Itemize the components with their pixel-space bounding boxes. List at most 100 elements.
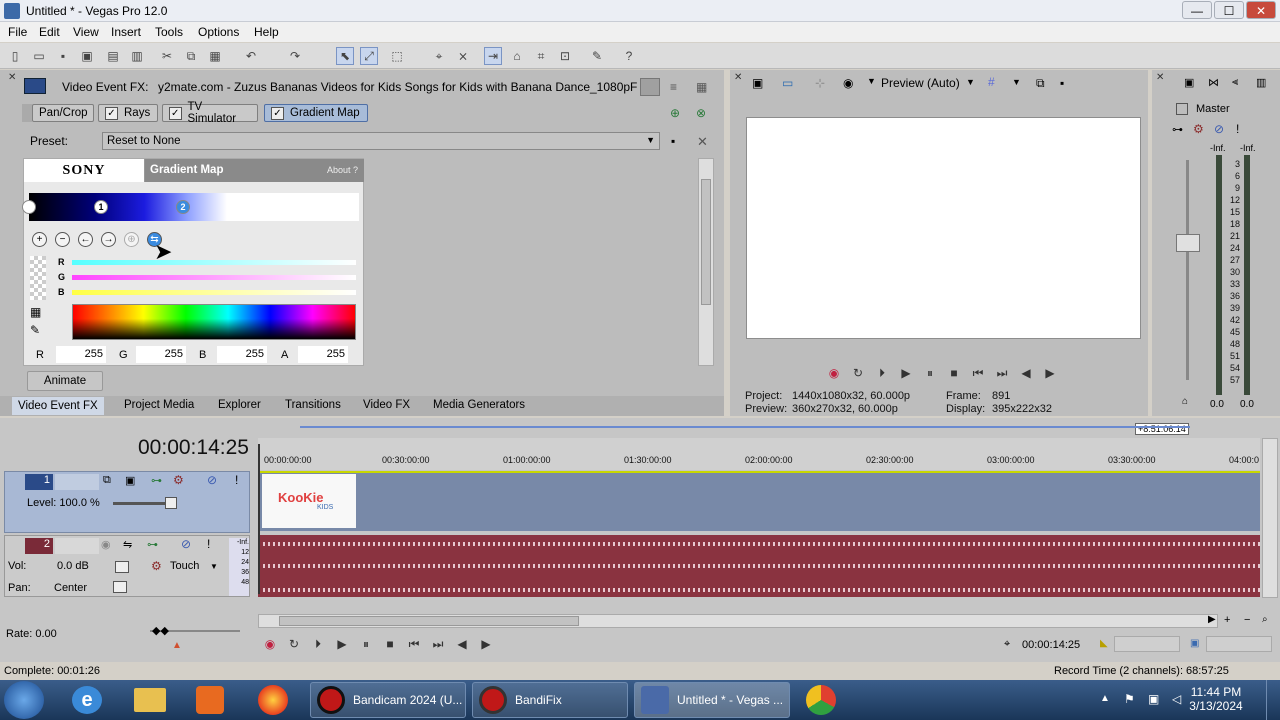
system-clock[interactable]: 11:44 PM 3/13/2024 — [1186, 685, 1246, 713]
overlays-icon[interactable]: # — [988, 75, 995, 89]
play-from-start-icon[interactable]: ⏵ — [874, 366, 890, 380]
track-name-field[interactable] — [55, 538, 99, 554]
fx-icon[interactable]: ⊶ — [1172, 123, 1183, 136]
compositing-icon[interactable]: ▣ — [125, 474, 135, 487]
flag-icon[interactable]: ⚑ — [1124, 692, 1135, 706]
media-player-icon[interactable] — [196, 686, 224, 714]
save-as-icon[interactable]: ▣ — [78, 47, 96, 65]
track-settings-icon[interactable]: ⚙ — [173, 473, 184, 487]
move-left-icon[interactable]: ← — [78, 232, 93, 247]
preview-mode-dropdown[interactable]: Preview (Auto) — [881, 76, 960, 90]
envelope-tool-icon[interactable]: ⤢ — [360, 47, 378, 65]
master-close-icon[interactable]: ✕ — [1156, 72, 1164, 83]
audio-track-lane[interactable] — [258, 535, 1260, 597]
split-screen-icon[interactable]: ⊹ — [815, 76, 825, 90]
plugin-scrollbar[interactable] — [698, 158, 714, 366]
b-value-input[interactable]: 255 — [217, 346, 267, 363]
checkbox-icon[interactable]: ✓ — [271, 106, 284, 120]
loop-region-bar[interactable] — [300, 426, 1190, 428]
invert-phase-icon[interactable]: ⇋ — [123, 538, 132, 551]
track-vscroll[interactable] — [1262, 438, 1278, 598]
chevron-down-icon[interactable]: ▼ — [210, 562, 218, 571]
selection-length-field[interactable] — [1206, 636, 1272, 652]
fx-chain-gradient-map[interactable]: ✓ Gradient Map — [264, 104, 368, 122]
remove-stop-icon[interactable]: − — [55, 232, 70, 247]
chevron-down-icon[interactable]: ▼ — [867, 76, 876, 86]
r-value-input[interactable]: 255 — [56, 346, 106, 363]
zoom-tool-icon[interactable]: ⊡ — [556, 47, 574, 65]
show-hidden-icons[interactable]: ▲ — [1100, 693, 1110, 704]
animate-button[interactable]: Animate — [27, 371, 103, 391]
remove-fx-icon[interactable]: ⊗ — [696, 106, 706, 120]
master-fader[interactable] — [1176, 234, 1200, 252]
level-slider[interactable] — [113, 502, 173, 505]
preview-close-icon[interactable]: ✕ — [734, 72, 742, 83]
meter-options-icon[interactable]: ▥ — [1256, 76, 1266, 89]
list-icon[interactable]: ≡ — [670, 80, 677, 94]
stop-icon[interactable]: ■ — [946, 366, 962, 380]
paste-icon[interactable]: ▦ — [206, 47, 224, 65]
distribute-icon[interactable]: ⊕ — [124, 232, 139, 247]
save-snapshot-icon[interactable]: ▪ — [1060, 76, 1064, 90]
fx-chain-pan-crop[interactable]: Pan/Crop — [32, 104, 94, 122]
gradient-stop-0[interactable] — [22, 200, 36, 214]
auto-crossfade-icon[interactable]: ⨯ — [454, 47, 472, 65]
timeline-hscroll[interactable] — [258, 614, 1218, 628]
plugin-chain-icon[interactable] — [640, 78, 660, 96]
selection-start-field[interactable] — [1114, 636, 1180, 652]
preset-dropdown[interactable]: Reset to None ▼ — [102, 132, 660, 150]
lock-envelopes-icon[interactable]: ⌂ — [508, 47, 526, 65]
gradient-bar[interactable]: 1 2 — [22, 193, 359, 221]
mute-icon[interactable]: ⊘ — [1214, 122, 1224, 136]
tab-explorer[interactable]: Explorer — [218, 399, 261, 411]
minimize-button[interactable]: — — [1182, 1, 1212, 19]
next-frame-icon[interactable]: ▶ — [1042, 366, 1058, 380]
close-button[interactable]: ✕ — [1246, 1, 1276, 19]
scroll-thumb[interactable] — [701, 179, 711, 305]
master-fx-icon[interactable]: ⚙ — [1193, 122, 1204, 136]
go-to-end-icon[interactable]: ⏭ — [430, 637, 446, 651]
channel-r-slider[interactable] — [72, 260, 356, 265]
record-icon[interactable]: ◉ — [826, 366, 842, 380]
snapping-icon[interactable]: ⌖ — [430, 47, 448, 65]
tab-media-generators[interactable]: Media Generators — [433, 399, 525, 411]
network-icon[interactable]: ▣ — [1148, 692, 1159, 706]
loop-icon[interactable]: ↻ — [286, 637, 302, 651]
about-link[interactable]: About ? — [327, 165, 358, 175]
copy-snapshot-icon[interactable]: ⧉ — [1036, 76, 1045, 91]
properties-icon[interactable]: ▥ — [128, 47, 146, 65]
play-from-start-icon[interactable]: ⏵ — [310, 637, 326, 651]
pause-icon[interactable]: ⏸ — [922, 366, 938, 380]
track-fx-icon[interactable]: ⊶ — [151, 474, 162, 487]
mute-icon[interactable]: ⊘ — [207, 473, 217, 487]
undo-icon[interactable]: ↶ — [242, 47, 260, 65]
track-name-field[interactable] — [55, 474, 99, 490]
grid-icon[interactable]: ▦ — [696, 80, 707, 94]
maximize-button[interactable]: ☐ — [1214, 1, 1244, 19]
a-value-input[interactable]: 255 — [298, 346, 348, 363]
tab-video-event-fx[interactable]: Video Event FX — [12, 397, 104, 415]
eyedropper-icon[interactable]: ✎ — [30, 323, 40, 337]
solo-icon[interactable]: ! — [235, 473, 238, 487]
add-stop-icon[interactable]: + — [32, 232, 47, 247]
save-preset-icon[interactable]: ▪ — [671, 134, 675, 148]
tab-video-fx[interactable]: Video FX — [363, 399, 410, 411]
file-explorer-icon[interactable] — [134, 688, 166, 712]
menu-view[interactable]: View — [73, 25, 99, 39]
volume-icon[interactable]: ◁ — [1172, 692, 1181, 706]
zoom-in-icon[interactable]: + — [1224, 614, 1230, 626]
menu-options[interactable]: Options — [198, 25, 239, 39]
g-value-input[interactable]: 255 — [136, 346, 186, 363]
copy-icon[interactable]: ⧉ — [182, 47, 200, 65]
taskbar-bandifix[interactable]: BandiFix — [472, 682, 628, 718]
taskbar-vegas[interactable]: Untitled * - Vegas ... — [634, 682, 790, 718]
preview-properties-icon[interactable]: ▣ — [752, 76, 763, 90]
prev-frame-icon[interactable]: ◀ — [1018, 366, 1034, 380]
render-icon[interactable]: ▤ — [104, 47, 122, 65]
new-icon[interactable]: ▯ — [6, 47, 24, 65]
go-to-start-icon[interactable]: ⏮ — [406, 637, 422, 651]
video-clip-thumbnail[interactable]: KooKie KIDS — [262, 474, 356, 528]
play-icon[interactable]: ▶ — [334, 637, 350, 651]
loop-icon[interactable]: ↻ — [850, 366, 866, 380]
move-right-icon[interactable]: → — [101, 232, 116, 247]
